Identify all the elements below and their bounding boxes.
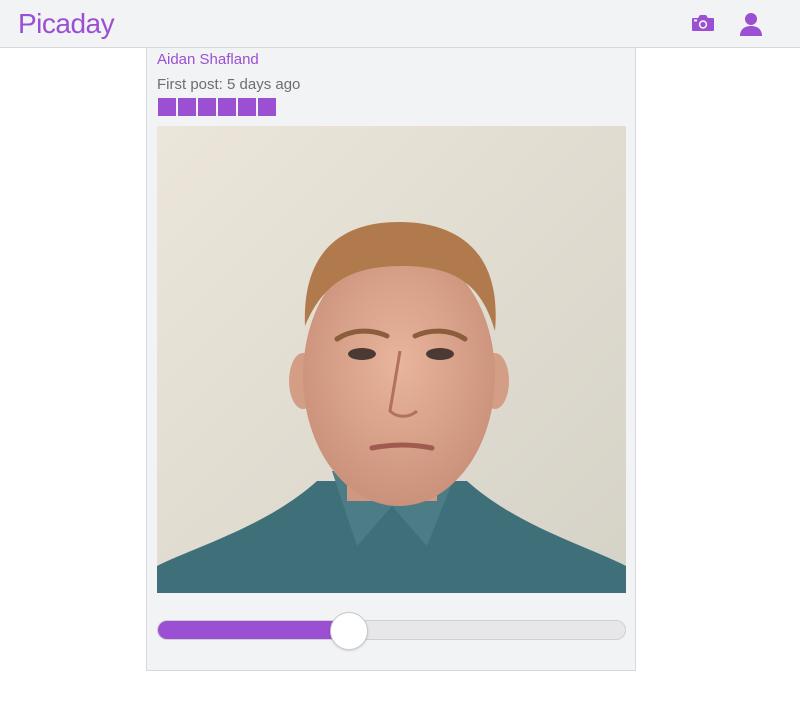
top-bar: Picaday — [0, 0, 800, 48]
slider-fill — [158, 621, 350, 639]
streak-day-box — [238, 98, 256, 116]
streak-day-box — [158, 98, 176, 116]
user-icon[interactable] — [737, 10, 765, 38]
streak-indicator — [158, 98, 276, 116]
slider-thumb[interactable] — [330, 612, 369, 650]
streak-day-box — [258, 98, 276, 116]
timeline-slider[interactable] — [157, 612, 626, 650]
post-photo — [157, 126, 626, 593]
app-logo[interactable]: Picaday — [18, 8, 115, 40]
camera-icon[interactable] — [690, 10, 718, 38]
streak-day-box — [198, 98, 216, 116]
first-post-info: First post: 5 days ago — [157, 76, 301, 93]
streak-day-box — [218, 98, 236, 116]
author-name[interactable]: Aidan Shafland — [157, 51, 259, 68]
streak-day-box — [178, 98, 196, 116]
post-card: Aidan Shafland First post: 5 days ago — [146, 48, 636, 671]
